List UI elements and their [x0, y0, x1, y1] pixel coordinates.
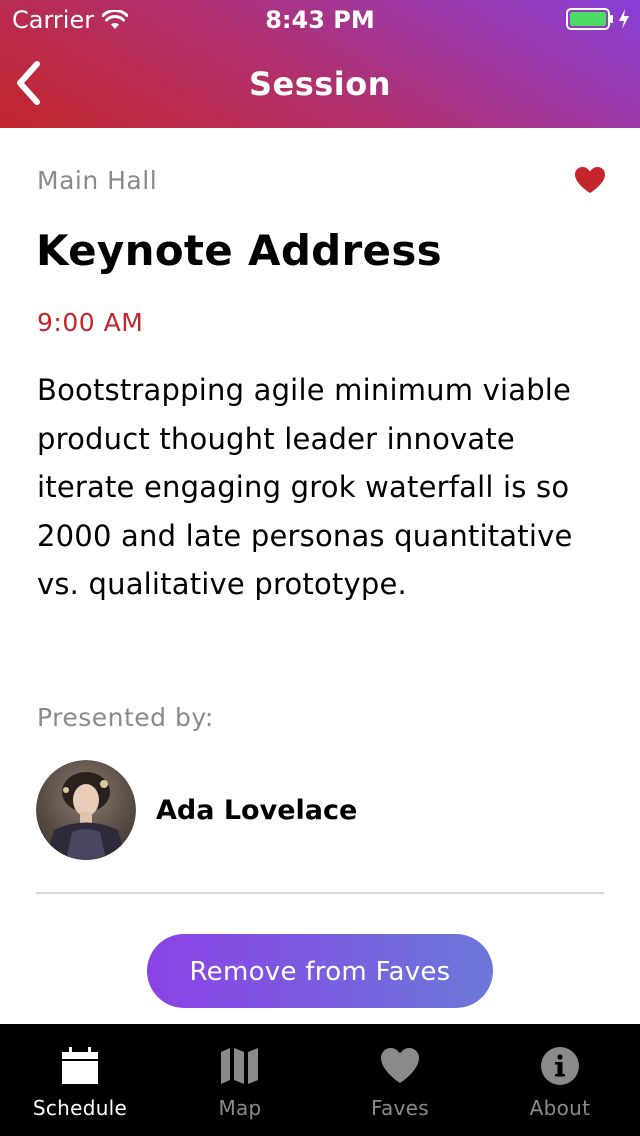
tab-label: About: [529, 1096, 591, 1120]
remove-from-faves-button[interactable]: Remove from Faves: [147, 934, 493, 1008]
session-detail: Main Hall Keynote Address 9:00 AM Bootst…: [0, 128, 640, 1024]
header: Carrier 8:43 PM Session: [0, 0, 640, 128]
speaker-avatar: [36, 760, 136, 860]
speaker-row[interactable]: Ada Lovelace: [36, 760, 604, 860]
charging-bolt-icon: [619, 9, 629, 29]
presented-by-label: Presented by:: [37, 703, 214, 732]
battery-indicator: [566, 8, 630, 30]
chevron-left-icon: [17, 61, 40, 105]
tab-schedule[interactable]: Schedule: [0, 1024, 160, 1136]
info-icon: [541, 1047, 579, 1085]
speaker-name: Ada Lovelace: [156, 794, 358, 826]
session-description: Bootstrapping agile minimum viable produ…: [37, 373, 573, 601]
tab-faves[interactable]: Faves: [320, 1024, 480, 1136]
fave-heart-icon[interactable]: [574, 166, 606, 194]
tab-bar: Schedule Map Faves About: [0, 1024, 640, 1136]
status-time: 8:43 PM: [265, 6, 375, 34]
nav-title: Session: [248, 65, 392, 103]
tab-label: Schedule: [32, 1096, 128, 1120]
session-title: Keynote Address: [36, 226, 442, 275]
back-button[interactable]: [10, 58, 50, 108]
map-icon: [221, 1048, 258, 1084]
tab-label: Faves: [371, 1096, 429, 1120]
battery-icon: [566, 8, 613, 30]
session-time: 9:00 AM: [37, 308, 144, 337]
divider: [36, 892, 604, 894]
tab-label: Map: [218, 1096, 262, 1120]
calendar-icon: [62, 1047, 98, 1084]
tab-map[interactable]: Map: [160, 1024, 320, 1136]
tab-about[interactable]: About: [480, 1024, 640, 1136]
nav-bar: Session: [0, 40, 640, 128]
session-location: Main Hall: [37, 166, 158, 195]
heart-icon: [381, 1048, 419, 1083]
session-screen: Carrier 8:43 PM Session Main Hall Keynot…: [0, 0, 640, 1136]
status-bar: Carrier 8:43 PM: [0, 0, 640, 40]
